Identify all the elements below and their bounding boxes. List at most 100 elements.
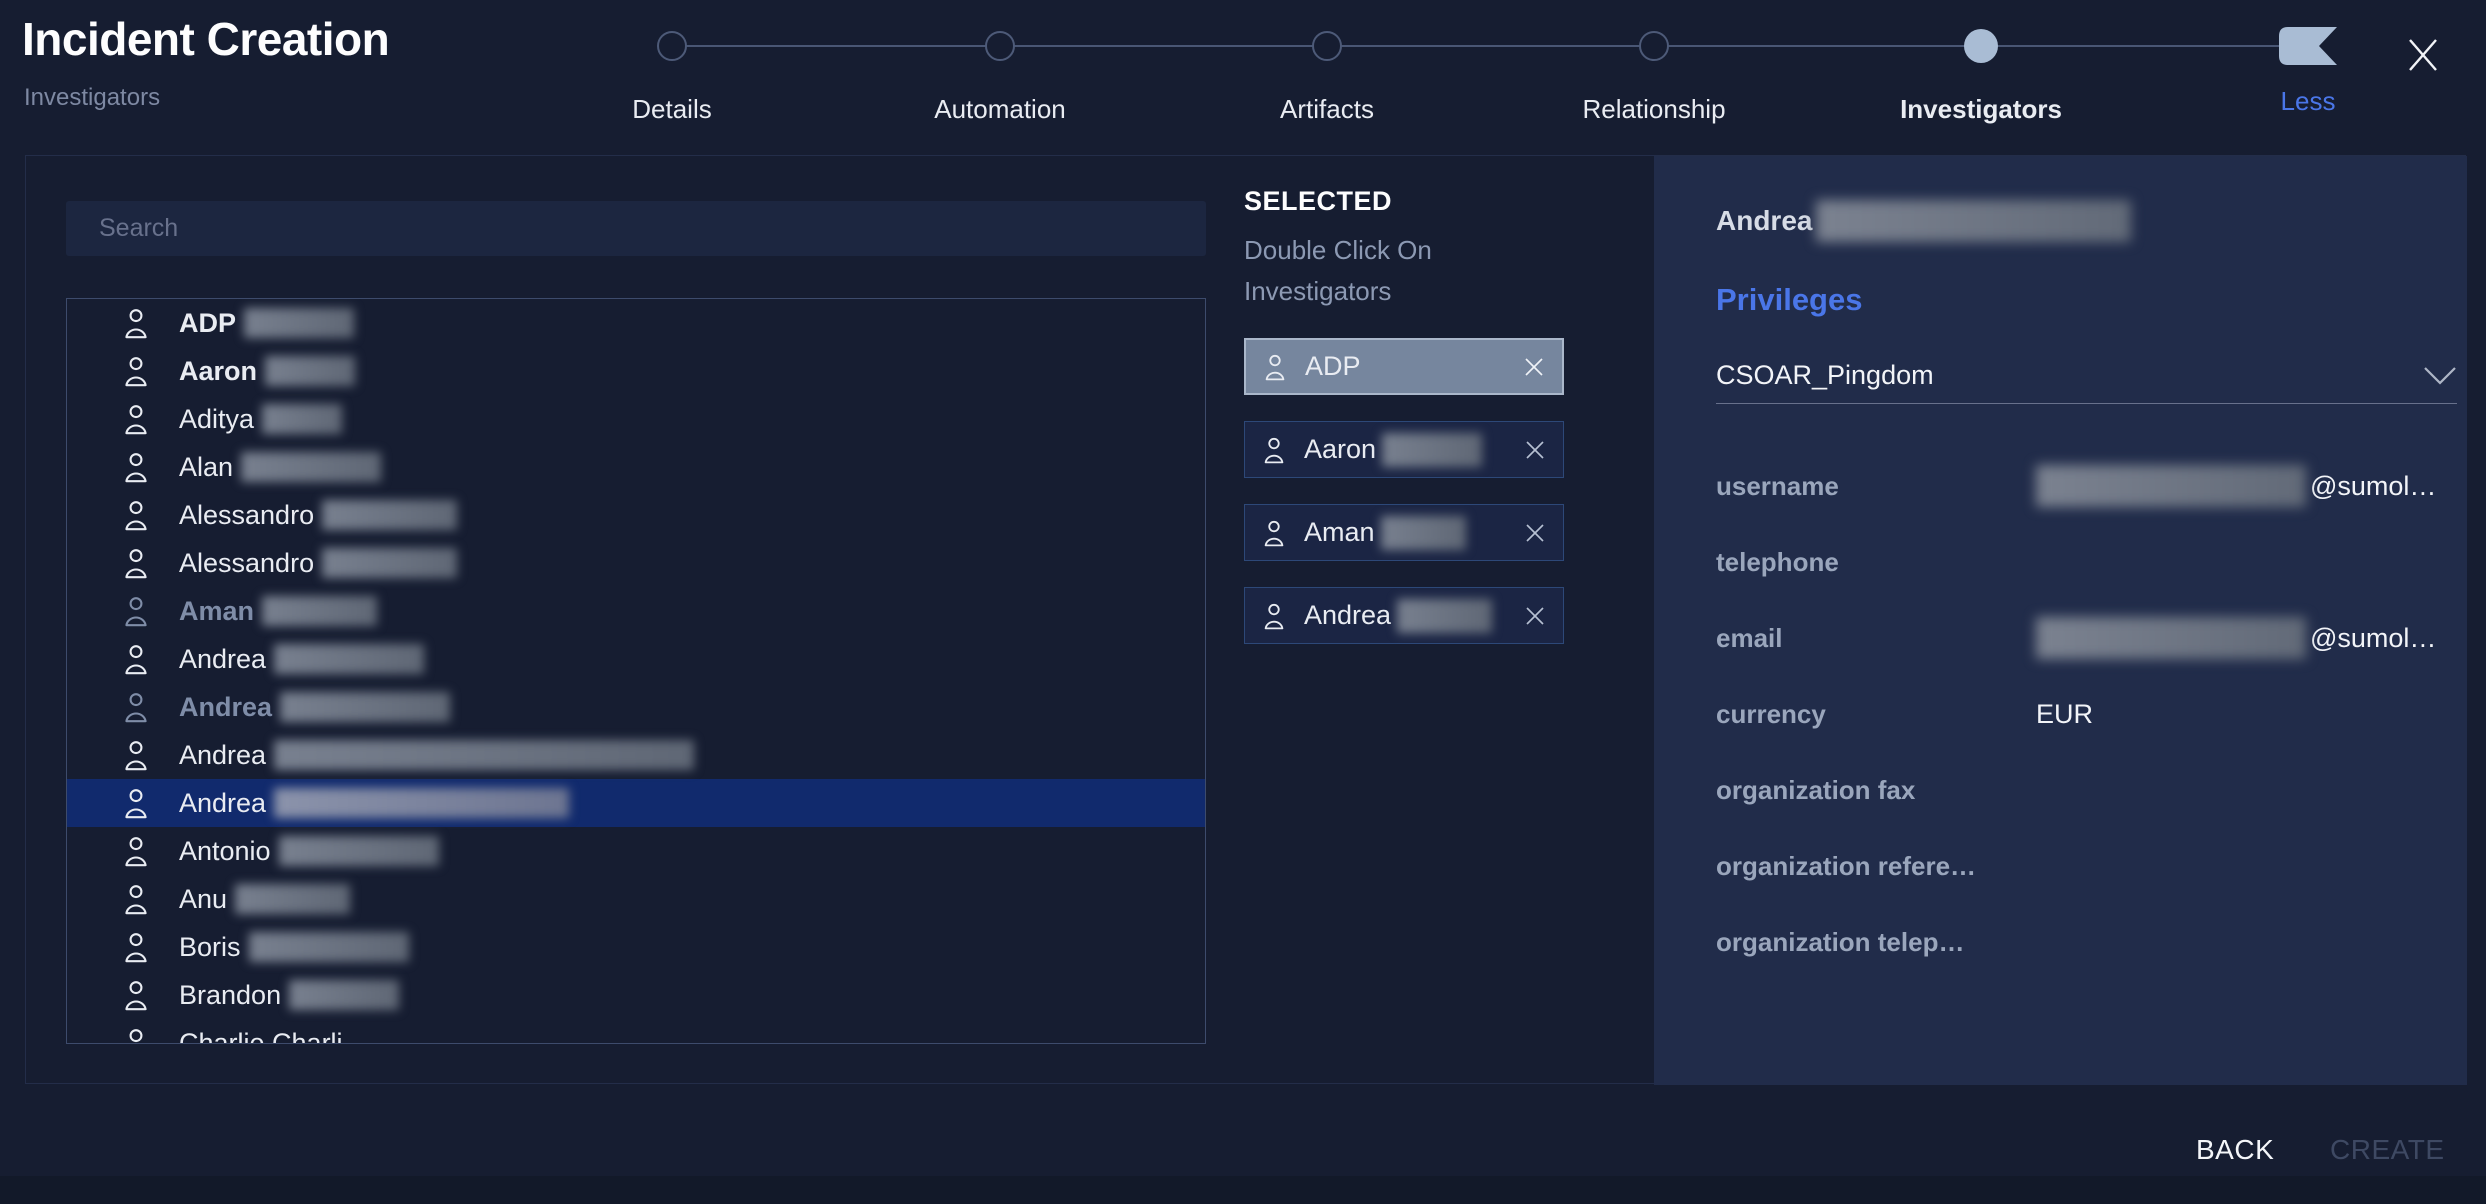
selected-investigator-chip[interactable]: Aaron — [1244, 421, 1564, 478]
investigator-name: Alessandro — [179, 499, 315, 530]
selected-hint: Double Click On Investigators — [1244, 235, 1432, 306]
investigator-row[interactable]: Alan — [67, 443, 1205, 491]
step-circle-icon — [1964, 29, 1998, 63]
user-icon — [125, 357, 147, 387]
step-circle-icon — [657, 31, 687, 61]
investigator-row[interactable]: Aman — [67, 587, 1205, 635]
detail-field-row: email @sumol… — [1716, 600, 2457, 676]
investigator-detail-panel: Andrea Privileges CSOAR_Pingdom username… — [1654, 156, 2467, 1085]
collapse-toggle-icon[interactable] — [2279, 27, 2337, 65]
step-label: Relationship — [1582, 94, 1726, 124]
remove-chip-icon[interactable] — [1523, 521, 1547, 545]
user-icon — [125, 501, 147, 531]
create-button[interactable]: CREATE — [2330, 1134, 2445, 1166]
detail-field-row: currency EUR — [1716, 676, 2457, 752]
investigator-row[interactable]: Aaron — [67, 347, 1205, 395]
investigator-row[interactable]: Antonio — [67, 827, 1205, 875]
chip-name: Andrea — [1304, 600, 1392, 630]
stepper-step-investigators[interactable]: Investigators — [1871, 0, 2091, 130]
page-title: Incident Creation — [22, 13, 390, 65]
redacted-surname-blur — [289, 980, 400, 1010]
investigator-name: Brandon — [179, 979, 282, 1010]
redacted-surname-blur — [235, 884, 351, 914]
investigator-row[interactable]: Andrea — [67, 731, 1205, 779]
user-icon — [125, 453, 147, 483]
user-icon — [125, 741, 147, 771]
selected-chips: ADP Aaron Aman Andrea — [1244, 338, 1564, 670]
back-button[interactable]: BACK — [2196, 1134, 2274, 1166]
field-label: organization fax — [1716, 774, 1916, 805]
investigator-row[interactable]: ADP — [67, 299, 1205, 347]
user-icon — [1264, 437, 1284, 463]
redacted-surname-blur — [274, 644, 425, 674]
remove-chip-icon[interactable] — [1523, 604, 1547, 628]
investigator-name: Anu — [179, 883, 228, 914]
investigator-name: Antonio — [179, 835, 271, 866]
stepper-step-relationship[interactable]: Relationship — [1544, 0, 1764, 130]
detail-field-row: telephone — [1716, 524, 2457, 600]
stepper-step-details[interactable]: Details — [562, 0, 782, 130]
page-subtitle: Investigators — [24, 84, 161, 111]
selected-investigator-chip[interactable]: ADP — [1244, 338, 1564, 395]
investigator-row[interactable]: Alessandro — [67, 539, 1205, 587]
user-icon — [125, 309, 147, 339]
detail-field-row: username @sumol… — [1716, 448, 2457, 524]
redacted-surname-blur — [274, 740, 695, 770]
stepper-step-artifacts[interactable]: Artifacts — [1217, 0, 1437, 130]
stepper-step-automation[interactable]: Automation — [890, 0, 1110, 130]
user-icon — [129, 1029, 143, 1043]
detail-fields: username @sumol… telephone email @sumol…… — [1716, 448, 2457, 980]
step-label: Automation — [934, 94, 1066, 124]
privileges-dropdown[interactable]: CSOAR_Pingdom — [1716, 348, 2457, 404]
investigator-name: Aman — [179, 595, 255, 626]
field-label: username — [1716, 470, 1839, 501]
investigator-row[interactable]: Boris — [67, 923, 1205, 971]
investigator-row[interactable]: Brandon — [67, 971, 1205, 1019]
investigator-name: Aditya — [179, 403, 255, 434]
field-label: currency — [1716, 698, 1826, 729]
field-value: @sumol… — [2036, 617, 2436, 659]
selected-investigator-chip[interactable]: Andrea — [1244, 587, 1564, 644]
investigator-list[interactable]: ADP Aaron Aditya Alan Alessandro Alessan… — [66, 298, 1206, 1044]
investigator-name: Andrea — [179, 691, 273, 722]
user-icon — [125, 933, 147, 963]
field-label: telephone — [1716, 546, 1839, 577]
investigator-name: Andrea — [179, 643, 267, 674]
redacted-surname-blur — [244, 308, 355, 338]
field-value: EUR — [2036, 698, 2094, 729]
investigator-name: Andrea — [179, 787, 267, 818]
investigator-row[interactable]: Andrea — [67, 635, 1205, 683]
investigator-row[interactable]: Andrea — [67, 683, 1205, 731]
redacted-surname-blur — [280, 692, 451, 722]
content-container: ADP Aaron Aditya Alan Alessandro — [25, 155, 2467, 1085]
field-label: organization telep… — [1716, 926, 1965, 957]
remove-chip-icon[interactable] — [1522, 355, 1546, 379]
detail-field-row: organization telep… — [1716, 904, 2457, 980]
user-icon — [125, 597, 147, 627]
investigator-row[interactable]: Charlie Charli — [67, 1019, 1205, 1043]
step-label: Investigators — [1900, 94, 2062, 124]
remove-chip-icon[interactable] — [1523, 438, 1547, 462]
selected-heading: SELECTED — [1244, 186, 1393, 216]
detail-person-name: Andrea — [1716, 200, 2132, 242]
investigator-row[interactable]: Alessandro — [67, 491, 1205, 539]
user-icon — [1264, 603, 1284, 629]
redacted-value-blur — [2036, 465, 2306, 507]
investigator-row[interactable]: Anu — [67, 875, 1205, 923]
investigator-row[interactable]: Aditya — [67, 395, 1205, 443]
investigator-name: Boris — [179, 931, 241, 962]
chip-name: Aman — [1304, 517, 1375, 547]
collapse-less-link[interactable]: Less — [2263, 86, 2353, 117]
user-icon — [1264, 520, 1284, 546]
chip-name: ADP — [1305, 351, 1361, 381]
redacted-value-blur — [2036, 617, 2306, 659]
user-icon — [125, 981, 147, 1011]
selected-investigator-chip[interactable]: Aman — [1244, 504, 1564, 561]
step-circle-icon — [1312, 31, 1342, 61]
incident-creation-dialog: Incident Creation Investigators Details … — [0, 0, 2486, 1204]
close-icon[interactable] — [2404, 36, 2442, 74]
redacted-surname-blur — [322, 500, 458, 530]
investigator-row[interactable]: Andrea — [67, 779, 1205, 827]
search-input[interactable] — [66, 201, 1206, 256]
user-icon — [125, 645, 147, 675]
